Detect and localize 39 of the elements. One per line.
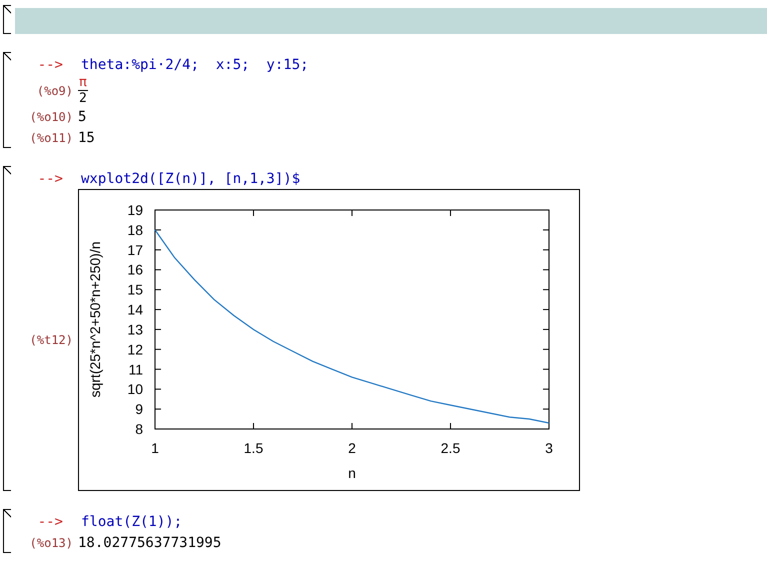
cell-bracket[interactable] — [3, 52, 11, 148]
y-tick-label: 18 — [127, 222, 143, 238]
y-tick-label: 11 — [128, 361, 143, 378]
title-cell-bar[interactable] — [15, 8, 767, 34]
x-tick-label: 3 — [545, 440, 553, 456]
y-tick-label: 12 — [127, 341, 143, 358]
output-label: (%o13) — [28, 536, 73, 550]
input-prompt: --> — [36, 170, 63, 186]
output-label: (%o11) — [28, 130, 73, 144]
x-axis-label: n — [348, 465, 356, 481]
y-tick-label: 8 — [135, 421, 143, 437]
x-tick-label: 2.5 — [440, 440, 460, 456]
code-input[interactable]: theta:%pi·2/4; x:5; y:15; — [81, 56, 309, 72]
fraction-output: π 2 — [78, 75, 88, 106]
output-label: (%o9) — [36, 84, 73, 98]
y-tick-label: 9 — [135, 401, 143, 418]
output-value: 15 — [78, 130, 95, 146]
code-input[interactable]: float(Z(1)); — [81, 514, 182, 530]
x-tick-label: 2 — [348, 440, 356, 456]
y-axis-label: sqrt(25*n^2+50*n+250)/n — [87, 241, 103, 398]
code-input[interactable]: wxplot2d([Z(n)], [n,1,3])$ — [81, 170, 300, 186]
cell-bracket[interactable] — [3, 509, 11, 553]
y-tick-label: 10 — [127, 381, 143, 398]
input-prompt: --> — [36, 514, 63, 530]
y-tick-label: 17 — [127, 242, 143, 258]
y-tick-label: 15 — [127, 282, 143, 298]
y-tick-label: 16 — [127, 262, 143, 278]
cell-bracket[interactable] — [3, 5, 11, 34]
x-tick-label: 1 — [151, 440, 159, 456]
input-prompt: --> — [36, 56, 63, 72]
output-label: (%t12) — [28, 333, 73, 347]
output-value: 18.02775637731995 — [78, 534, 222, 550]
y-tick-label: 19 — [127, 202, 143, 218]
output-label: (%o10) — [28, 110, 73, 124]
cell-bracket[interactable] — [3, 166, 11, 491]
y-tick-label: 14 — [127, 302, 143, 318]
x-tick-label: 1.5 — [244, 440, 264, 456]
y-tick-label: 13 — [127, 321, 143, 338]
output-value: 5 — [78, 108, 86, 124]
